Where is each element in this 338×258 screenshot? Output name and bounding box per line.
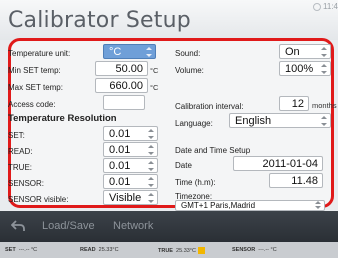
calibration-interval-label: Calibration interval: [175,102,244,111]
date-label: Date [175,161,192,170]
sound-label: Sound: [175,49,201,58]
status-true-value: 25.33°C [176,247,196,254]
spinner-arrows-icon [147,177,154,187]
sensor-visible-value: Visible [109,191,142,204]
min-set-temp-input[interactable]: 50.00 [95,61,148,76]
date-time-heading: Date and Time Setup [175,146,251,155]
page-title: Calibrator Setup [8,8,191,33]
settings-panel: Temperature unit: °C Min SET temp: 50.00… [8,38,337,211]
sound-value: On [285,45,300,58]
read-resolution-value: 0.01 [109,143,131,156]
status-bar: SET ---.-- °C READ 25.33°C TRUE 25.33°C … [0,242,338,258]
time-label: Time (h.m): [175,178,216,187]
back-arrow-icon[interactable] [11,220,25,232]
sound-select[interactable]: On [279,44,331,59]
spinner-arrows-icon [314,201,321,209]
temperature-unit-label: Temperature unit: [8,49,71,58]
language-value: English [235,114,272,127]
timezone-value: GMT+1 Paris,Madrid [181,201,256,210]
min-set-temp-label: Min SET temp: [8,66,61,75]
status-read: READ 25.33°C [80,247,119,253]
clock-time: 11:4 [323,2,338,11]
sensor-resolution-label: SENSOR: [8,179,45,188]
status-set-label: SET [5,247,16,253]
volume-select[interactable]: 100% [279,61,331,76]
access-code-input[interactable] [103,95,145,110]
status-sensor-label: SENSOR [232,247,256,253]
language-select[interactable]: English [229,113,331,128]
status-sensor-value: ---.-- °C [258,247,277,253]
time-input[interactable]: 11.48 [269,173,323,188]
max-set-temp-unit: °C [150,83,159,92]
spinner-arrows-icon [147,129,154,139]
language-label: Language: [175,119,213,128]
status-set-value: ---.-- °C [18,247,38,253]
warning-flag-icon [197,247,205,254]
spinner-arrows-icon [320,116,327,126]
temperature-unit-value: °C [109,45,122,58]
spinner-arrows-icon [147,193,154,203]
sensor-visible-select[interactable]: Visible [103,190,158,205]
max-set-temp-label: Max SET temp: [8,83,63,92]
true-resolution-select[interactable]: 0.01 [103,158,158,173]
read-resolution-label: READ: [8,147,33,156]
calibration-interval-unit: months [312,101,337,110]
network-button[interactable]: Network [113,220,153,232]
resolution-heading: Temperature Resolution [8,113,117,124]
header: Calibrator Setup 11:4 [0,0,338,40]
access-code-label: Access code: [8,100,56,109]
date-input[interactable]: 2011-01-04 [233,156,323,171]
volume-value: 100% [285,62,314,75]
temperature-unit-select[interactable]: °C [103,44,156,59]
true-resolution-label: TRUE: [8,163,32,172]
status-true: TRUE 25.33°C [158,247,205,254]
read-resolution-select[interactable]: 0.01 [103,142,158,157]
true-resolution-value: 0.01 [109,159,131,172]
max-set-temp-input[interactable]: 660.00 [95,78,148,93]
clock-icon [313,2,322,11]
sensor-resolution-value: 0.01 [109,175,131,188]
bottom-toolbar: Load/Save Network [0,211,338,242]
spinner-arrows-icon [320,64,327,74]
timezone-select[interactable]: GMT+1 Paris,Madrid [175,200,325,211]
spinner-arrows-icon [147,145,154,155]
status-sensor: SENSOR ---.-- °C [232,247,277,253]
set-resolution-value: 0.01 [109,127,131,140]
sensor-visible-label: SENSOR visible: [8,195,69,204]
volume-label: Volume: [175,66,204,75]
status-read-value: 25.33°C [98,247,119,253]
set-resolution-label: SET: [8,131,25,140]
status-true-label: TRUE [158,247,173,254]
load-save-button[interactable]: Load/Save [42,220,95,232]
spinner-arrows-icon [145,47,152,57]
clock: 11:4 [313,2,338,11]
status-read-label: READ [80,247,96,253]
calibration-interval-input[interactable]: 12 [279,96,309,111]
spinner-arrows-icon [147,161,154,171]
min-set-temp-unit: °C [150,66,159,75]
spinner-arrows-icon [320,47,327,57]
status-set: SET ---.-- °C [5,247,37,253]
set-resolution-select[interactable]: 0.01 [103,126,158,141]
sensor-resolution-select[interactable]: 0.01 [103,174,158,189]
